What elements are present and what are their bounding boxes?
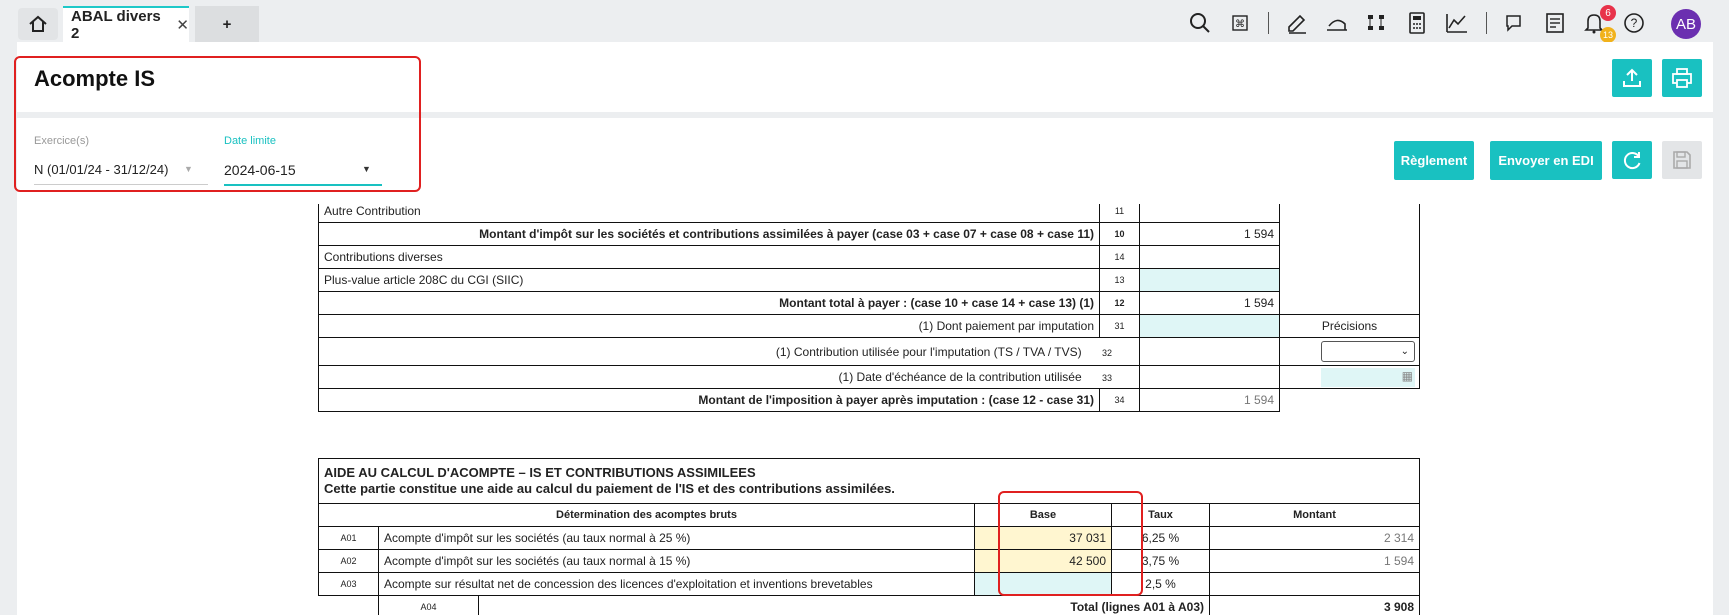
table-header-row: Détermination des acomptes bruts Base Ta… (318, 503, 1421, 527)
chevron-down-icon: ⌄ (1400, 346, 1409, 357)
case-value[interactable] (1139, 245, 1280, 269)
notification-badge-yellow: 13 (1600, 27, 1616, 43)
export-button[interactable] (1612, 59, 1652, 97)
case-number: 32 (1101, 347, 1112, 358)
case-input[interactable] (1139, 314, 1280, 338)
aide-calcul-table: AIDE AU CALCUL D'ACOMPTE – IS ET CONTRIB… (317, 458, 1421, 615)
montant-value (1208, 572, 1421, 596)
table-row: Plus-value article 208C du CGI (SIIC) 13 (318, 268, 1420, 292)
case-number: 10 (1099, 222, 1140, 246)
table-row: Autre Contribution 11 (318, 204, 1420, 315)
case-value[interactable]: 1 594 (1139, 291, 1280, 315)
toolbar-divider (1486, 12, 1487, 34)
case-number: 33 (1101, 373, 1112, 383)
table-row: (1) Date d'échéance de la contribution u… (318, 365, 1420, 389)
case-number: 13 (1099, 268, 1140, 292)
home-button[interactable] (18, 8, 58, 40)
table-row: A04 Total (lignes A01 à A03) 3 908 (318, 595, 1421, 615)
table-row: Montant d'impôt sur les sociétés et cont… (318, 222, 1420, 246)
row-label: Montant de l'imposition à payer après im… (318, 388, 1100, 412)
add-tab-button[interactable]: + (195, 6, 259, 42)
toolbar-divider (1268, 12, 1269, 34)
search-icon[interactable] (1187, 10, 1213, 36)
case-value[interactable] (1139, 204, 1280, 223)
edit-icon[interactable] (1284, 10, 1310, 36)
row-label: (1) Date d'échéance de la contribution u… (838, 370, 1082, 384)
svg-text:⌘: ⌘ (1235, 19, 1245, 30)
help-icon[interactable]: ? (1621, 10, 1647, 36)
row-label: Montant d'impôt sur les sociétés et cont… (318, 222, 1100, 246)
org-chart-icon[interactable] (1363, 10, 1389, 36)
row-label: (1) Dont paiement par imputation (318, 314, 1100, 338)
row-code: A01 (318, 526, 379, 550)
row-code: A03 (318, 572, 379, 596)
table-row: A03 Acompte sur résultat net de concessi… (318, 572, 1421, 596)
refresh-button[interactable] (1612, 141, 1652, 179)
aide-title: AIDE AU CALCUL D'ACOMPTE – IS ET CONTRIB… (324, 465, 756, 480)
print-button[interactable] (1662, 59, 1702, 97)
table-row: Montant de l'imposition à payer après im… (318, 388, 1420, 412)
contribution-select[interactable]: ⌄ (1321, 341, 1415, 362)
row-label: Contributions diverses (318, 245, 1100, 269)
chart-icon[interactable] (1444, 10, 1470, 36)
case-input[interactable] (1139, 268, 1280, 292)
table-row: (1) Contribution utilisée pour l'imputat… (318, 337, 1420, 366)
montant-value: 2 314 (1208, 526, 1421, 550)
row-code: A04 (378, 595, 479, 615)
case-value[interactable]: 1 594 (1139, 222, 1280, 246)
table-row: A01 Acompte d'impôt sur les sociétés (au… (318, 526, 1421, 550)
row-label: Autre Contribution (318, 204, 1100, 223)
tab-abal-divers-2[interactable]: ABAL divers 2 ✕ (63, 6, 189, 42)
row-code: A02 (318, 549, 379, 573)
montant-value: 1 594 (1208, 549, 1421, 573)
checklist-icon[interactable] (1542, 10, 1568, 36)
document-area: Autre Contribution 11 Montant d'impôt su… (17, 204, 1713, 615)
reglement-button[interactable]: Règlement (1394, 141, 1474, 180)
calculator-icon[interactable] (1404, 10, 1430, 36)
row-label: Acompte sur résultat net de concession d… (378, 572, 975, 596)
home-icon (29, 15, 47, 32)
case-number: 14 (1099, 245, 1140, 269)
case-number: 31 (1099, 314, 1140, 338)
print-icon (1672, 68, 1692, 88)
row-label: (1) Contribution utilisée pour l'imputat… (775, 344, 1082, 359)
send-edi-button[interactable]: Envoyer en EDI (1490, 141, 1602, 180)
case-number: 12 (1099, 291, 1140, 315)
calendar-icon[interactable]: ▦ (1402, 369, 1413, 383)
aide-subtitle: Cette partie constitue une aide au calcu… (324, 481, 895, 496)
date-echeance-input[interactable]: ▦ (1321, 367, 1415, 387)
top-bar: ABAL divers 2 ✕ + ⌘ 6 13 ? AB (0, 0, 1729, 46)
total-value: 3 908 (1208, 595, 1421, 615)
chat-icon[interactable] (1502, 10, 1528, 36)
save-icon (1673, 151, 1691, 169)
row-label: Montant total à payer : (case 10 + case … (318, 291, 1100, 315)
table-row: Montant total à payer : (case 10 + case … (318, 291, 1420, 315)
header-montant: Montant (1208, 503, 1421, 527)
svg-text:?: ? (1631, 16, 1638, 30)
header-determination: Détermination des acomptes bruts (318, 503, 975, 527)
row-label: Plus-value article 208C du CGI (SIIC) (318, 268, 1100, 292)
save-button[interactable] (1662, 141, 1702, 179)
notification-badge-red: 6 (1600, 5, 1616, 21)
sign-icon[interactable] (1324, 10, 1350, 36)
row-label: Acompte d'impôt sur les sociétés (au tau… (378, 549, 975, 573)
table-row: Contributions diverses 14 (318, 245, 1420, 269)
row-label: Total (lignes A01 à A03) (478, 595, 1210, 615)
annotation-highlight (14, 56, 421, 192)
command-icon[interactable]: ⌘ (1227, 10, 1253, 36)
case-number: 11 (1099, 204, 1140, 223)
upload-icon (1623, 68, 1641, 87)
table-row: A02 Acompte d'impôt sur les sociétés (au… (318, 549, 1421, 573)
annotation-highlight (998, 491, 1143, 596)
tab-label: ABAL divers 2 (71, 8, 161, 42)
precisions-header: Précisions (1279, 314, 1420, 338)
case-value: 1 594 (1139, 388, 1280, 412)
table-row: (1) Dont paiement par imputation 31 Préc… (318, 314, 1420, 338)
close-icon[interactable]: ✕ (176, 16, 189, 34)
case-number: 34 (1099, 388, 1140, 412)
refresh-icon (1623, 152, 1641, 170)
avatar[interactable]: AB (1671, 9, 1701, 39)
row-label: Acompte d'impôt sur les sociétés (au tau… (378, 526, 975, 550)
tax-summary-table: Autre Contribution 11 Montant d'impôt su… (318, 204, 1420, 412)
